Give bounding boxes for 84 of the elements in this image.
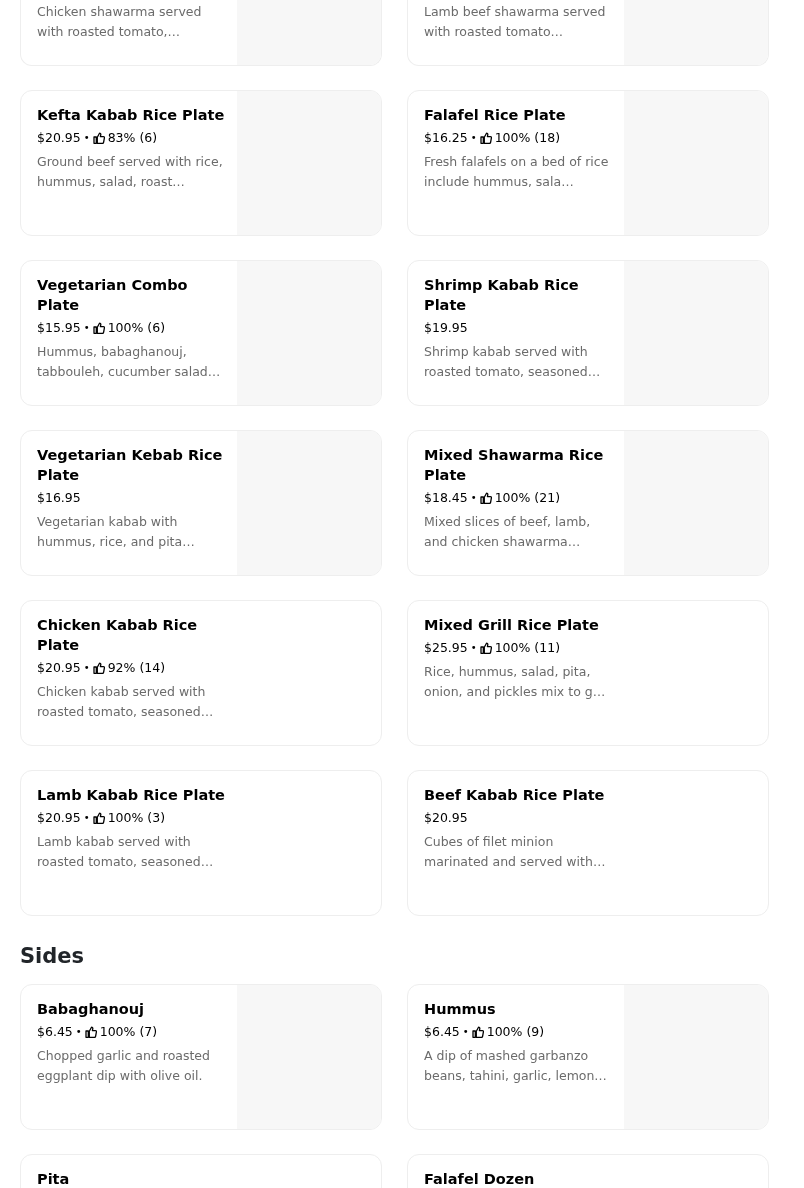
item-name: Babaghanouj — [37, 1000, 146, 1019]
item-price: $16.25 — [424, 129, 468, 146]
item-description: Ground beef served with rice, hummus, salad, roast… — [37, 153, 224, 191]
item-name: Vegetarian Kebab Rice Plate — [37, 446, 224, 485]
item-rating: 100% (9) — [486, 1023, 545, 1040]
item-description: Chicken kabab served with roasted tomato, seasoned… — [37, 683, 215, 721]
separator-dot: • — [470, 131, 477, 145]
item-price: $19.95 — [424, 319, 468, 336]
menu-item-card[interactable]: Babaghanouj $6.45 • 100% (7) Chopped garlic and roasted eggplant dip with olive oil. — [20, 984, 382, 1130]
item-rating: 100% (6) — [107, 319, 166, 336]
item-description: Chicken shawarma served with roasted tomato,… — [37, 3, 203, 41]
thumbs-up-icon — [479, 641, 492, 654]
item-description: Rice, hummus, salad, pita, onion, and pickles mix to g… — [424, 663, 607, 701]
item-price: $16.95 — [37, 489, 81, 506]
item-name: Beef Kabab Rice Plate — [424, 786, 606, 805]
menu-item-card[interactable]: Mixed Grill Rice Plate $25.95 • 100% (11) Rice, hummus, salad, pita, onion, and pickles mix to g… — [407, 600, 769, 746]
item-name: Falafel Rice Plate — [424, 106, 567, 125]
separator-dot: • — [470, 491, 477, 505]
item-description: Vegetarian kabab with hummus, rice, and pita… — [37, 513, 196, 551]
separator-dot: • — [83, 321, 90, 335]
item-name: Lamb Kabab Rice Plate — [37, 786, 226, 805]
item-rating: 92% (14) — [107, 659, 166, 676]
separator-dot: • — [75, 1025, 82, 1039]
menu-item-card[interactable]: Vegetarian Kebab Rice Plate $16.95 Vegetarian kabab with hummus, rice, and pita… — [20, 430, 382, 576]
thumbs-up-icon — [471, 1025, 484, 1038]
item-price: $6.45 — [424, 1023, 460, 1040]
menu-item-card[interactable]: Hummus $6.45 • 100% (9) A dip of mashed garbanzo beans, tahini, garlic, lemon… — [407, 984, 769, 1130]
item-price: $20.95 — [424, 809, 468, 826]
separator-dot: • — [83, 811, 90, 825]
item-description: Fresh falafels on a bed of rice include hummus, sala… — [424, 153, 610, 191]
thumbs-up-icon — [92, 321, 105, 334]
item-description: A dip of mashed garbanzo beans, tahini, garlic, lemon… — [424, 1047, 608, 1085]
item-name: Mixed Grill Rice Plate — [424, 616, 600, 635]
separator-dot: • — [470, 641, 477, 655]
menu-item-card[interactable]: Mixed Shawarma Rice Plate $18.45 • 100% (21) Mixed slices of beef, lamb, and chicken shawarma… — [407, 430, 769, 576]
menu-item-card[interactable]: Chicken shawarma served with roasted tomato,… — [20, 0, 382, 66]
menu-item-card[interactable]: Vegetarian Combo Plate $15.95 • 100% (6) Hummus, babaghanouj, tabbouleh, cucumber salad… — [20, 260, 382, 406]
item-price: $20.95 — [37, 129, 81, 146]
item-name: Hummus — [424, 1000, 497, 1019]
thumbs-up-icon — [92, 661, 105, 674]
menu-item-card[interactable]: Kefta Kabab Rice Plate $20.95 • 83% (6) Ground beef served with rice, hummus, salad, roast… — [20, 90, 382, 236]
menu-item-card[interactable]: Pita — [20, 1154, 382, 1188]
item-description: Mixed slices of beef, lamb, and chicken shawarma… — [424, 513, 592, 551]
menu-item-card[interactable]: Beef Kabab Rice Plate $20.95 Cubes of filet minion marinated and served with… — [407, 770, 769, 916]
item-name: Vegetarian Combo Plate — [37, 276, 189, 315]
menu-item-card[interactable]: Falafel Rice Plate $16.25 • 100% (18) Fresh falafels on a bed of rice include hummus, sala… — [407, 90, 769, 236]
menu-item-card[interactable]: Chicken Kabab Rice Plate $20.95 • 92% (14) Chicken kabab served with roasted tomato, seasoned… — [20, 600, 382, 746]
item-description: Chopped garlic and roasted eggplant dip with olive oil. — [37, 1047, 211, 1085]
separator-dot: • — [462, 1025, 469, 1039]
item-rating: 100% (18) — [494, 129, 561, 146]
item-price: $20.95 — [37, 659, 81, 676]
item-name: Mixed Shawarma Rice Plate — [424, 446, 605, 485]
item-name: Kefta Kabab Rice Plate — [37, 106, 226, 125]
item-rating: 100% (3) — [107, 809, 166, 826]
menu-item-card[interactable]: Falafel Dozen — [407, 1154, 769, 1188]
menu-item-card[interactable]: Lamb Kabab Rice Plate $20.95 • 100% (3) Lamb kabab served with roasted tomato, seasoned… — [20, 770, 382, 916]
item-rating: 100% (7) — [99, 1023, 158, 1040]
thumbs-up-icon — [92, 811, 105, 824]
item-description: Hummus, babaghanouj, tabbouleh, cucumber salad… — [37, 343, 222, 381]
item-name: Pita — [37, 1170, 71, 1188]
thumbs-up-icon — [92, 131, 105, 144]
section-heading: Sides — [20, 943, 86, 970]
separator-dot: • — [83, 661, 90, 675]
thumbs-up-icon — [479, 131, 492, 144]
item-rating: 100% (21) — [494, 489, 561, 506]
item-description: Lamb beef shawarma served with roasted tomato… — [424, 3, 607, 41]
item-name: Chicken Kabab Rice Plate — [37, 616, 199, 655]
item-price: $25.95 — [424, 639, 468, 656]
item-price: $6.45 — [37, 1023, 73, 1040]
item-price: $15.95 — [37, 319, 81, 336]
item-rating: 100% (11) — [494, 639, 561, 656]
item-description: Lamb kabab served with roasted tomato, seasoned… — [37, 833, 215, 871]
item-name: Falafel Dozen — [424, 1170, 536, 1188]
thumbs-up-icon — [84, 1025, 97, 1038]
menu-item-card[interactable]: Lamb beef shawarma served with roasted tomato… — [407, 0, 769, 66]
item-price: $20.95 — [37, 809, 81, 826]
item-name: Shrimp Kabab Rice Plate — [424, 276, 580, 315]
separator-dot: • — [83, 131, 90, 145]
menu-item-card[interactable]: Shrimp Kabab Rice Plate $19.95 Shrimp kabab served with roasted tomato, seasoned… — [407, 260, 769, 406]
item-price: $18.45 — [424, 489, 468, 506]
item-rating: 83% (6) — [107, 129, 158, 146]
item-description: Shrimp kabab served with roasted tomato, seasoned… — [424, 343, 602, 381]
item-description: Cubes of filet minion marinated and served with… — [424, 833, 607, 871]
thumbs-up-icon — [479, 491, 492, 504]
